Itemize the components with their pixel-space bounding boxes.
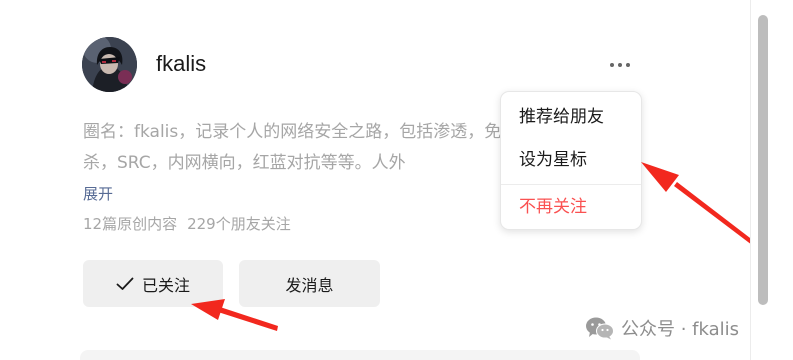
next-card-edge (80, 350, 640, 360)
account-stats: 12篇原创内容 229个朋友关注 (83, 213, 291, 235)
menu-item-recommend[interactable]: 推荐给朋友 (501, 97, 641, 137)
avatar[interactable] (82, 37, 137, 92)
dot-icon (618, 63, 622, 67)
more-options-button[interactable] (604, 55, 636, 75)
menu-divider (501, 184, 641, 185)
annotation-arrow-menu (641, 162, 754, 245)
send-message-button[interactable]: 发消息 (239, 260, 380, 307)
scrollbar-track[interactable] (750, 0, 793, 360)
avatar-image (82, 37, 137, 92)
followed-button[interactable]: 已关注 (83, 260, 223, 307)
dot-icon (626, 63, 630, 67)
follower-count: 229个朋友关注 (187, 215, 291, 233)
watermark: 公众号 · fkalis (585, 316, 739, 340)
wechat-icon (585, 316, 615, 340)
menu-item-set-star[interactable]: 设为星标 (501, 140, 641, 180)
account-bio: 圈名：fkalis，记录个人的网络安全之路，包括渗透，免杀，SRC，内网横向，红… (83, 122, 502, 173)
options-menu: 推荐给朋友 设为星标 不再关注 (500, 91, 642, 230)
dot-icon (610, 63, 614, 67)
followed-label: 已关注 (141, 275, 190, 295)
scrollbar-thumb[interactable] (758, 15, 768, 305)
menu-item-unfollow[interactable]: 不再关注 (501, 187, 641, 227)
expand-link[interactable]: 展开 (83, 183, 113, 205)
profile-card: fkalis 圈名：fkalis，记录个人的网络安全之路，包括渗透，免杀，SRC… (0, 0, 754, 360)
watermark-text: 公众号 · fkalis (621, 319, 740, 340)
check-icon (116, 277, 134, 291)
article-count: 12篇原创内容 (83, 215, 178, 233)
account-name: fkalis (156, 51, 207, 76)
